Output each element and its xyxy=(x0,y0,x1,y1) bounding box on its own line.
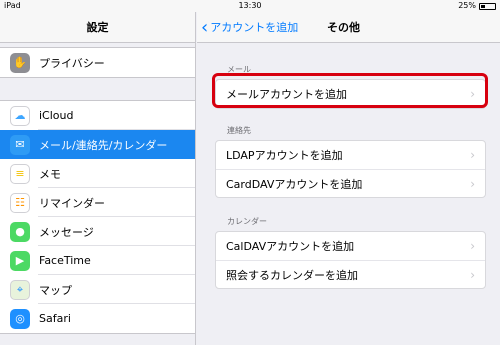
section-header-calendar: カレンダー xyxy=(227,217,267,226)
back-button[interactable]: ‹ アカウントを追加 xyxy=(201,12,298,43)
settings-sidebar: 設定 ✋ プライバシー ☁ iCloud ✉ メール/連絡先/カレンダー ≡ メ… xyxy=(0,12,196,345)
add-caldav-account-row[interactable]: CalDAVアカウントを追加 › xyxy=(216,232,485,260)
row-label: CalDAVアカウントを追加 xyxy=(226,240,355,253)
sidebar-item-label: リマインダー xyxy=(39,196,105,210)
sidebar-item-label: メモ xyxy=(39,167,61,181)
sidebar-item-mail-contacts-calendar[interactable]: ✉ メール/連絡先/カレンダー xyxy=(0,130,195,159)
status-bar: iPad 13:30 25% xyxy=(0,0,500,12)
detail-pane: ‹ アカウントを追加 その他 メール メールアカウントを追加 › 連絡先 LDA… xyxy=(197,12,500,345)
group-contacts: LDAPアカウントを追加 › CardDAVアカウントを追加 › xyxy=(215,140,486,198)
chevron-right-icon: › xyxy=(470,267,475,282)
battery-status: 25% xyxy=(458,0,496,12)
status-time: 13:30 xyxy=(238,1,262,10)
add-ldap-account-row[interactable]: LDAPアカウントを追加 › xyxy=(216,141,485,169)
hand-icon: ✋ xyxy=(10,52,30,73)
sidebar-group-apps: ☁ iCloud ✉ メール/連絡先/カレンダー ≡ メモ ☷ リマインダー ●… xyxy=(0,100,195,334)
section-header-contacts: 連絡先 xyxy=(227,126,251,135)
sidebar-group-privacy: ✋ プライバシー xyxy=(0,47,195,78)
sidebar-item-maps[interactable]: ⌖ マップ xyxy=(0,275,195,304)
sidebar-item-label: iCloud xyxy=(39,109,74,122)
sidebar-item-label: メッセージ xyxy=(39,225,94,239)
messages-icon: ● xyxy=(10,221,30,242)
icloud-icon: ☁ xyxy=(10,105,30,126)
detail-nav-bar: ‹ アカウントを追加 その他 xyxy=(197,12,500,43)
row-label: LDAPアカウントを追加 xyxy=(226,149,343,162)
sidebar-item-label: マップ xyxy=(39,283,72,297)
sidebar-item-messages[interactable]: ● メッセージ xyxy=(0,217,195,246)
chevron-right-icon: › xyxy=(470,239,475,253)
sidebar-item-privacy[interactable]: ✋ プライバシー xyxy=(0,48,195,77)
add-subscribed-calendar-row[interactable]: 照会するカレンダーを追加 › xyxy=(216,260,485,288)
row-label: 照会するカレンダーを追加 xyxy=(226,268,358,282)
sidebar-item-notes[interactable]: ≡ メモ xyxy=(0,159,195,188)
maps-icon: ⌖ xyxy=(10,279,30,300)
mail-icon: ✉ xyxy=(10,134,30,155)
sidebar-item-facetime[interactable]: ▶ FaceTime xyxy=(0,246,195,275)
sidebar-item-label: プライバシー xyxy=(39,56,105,70)
facetime-icon: ▶ xyxy=(10,250,30,271)
sidebar-item-reminders[interactable]: ☷ リマインダー xyxy=(0,188,195,217)
battery-icon xyxy=(479,2,496,10)
back-label: アカウントを追加 xyxy=(210,21,299,34)
chevron-left-icon: ‹ xyxy=(201,17,209,38)
highlight-box xyxy=(212,73,488,108)
reminders-icon: ☷ xyxy=(10,192,30,213)
sidebar-item-label: メール/連絡先/カレンダー xyxy=(39,138,168,152)
battery-percent: 25% xyxy=(458,1,476,10)
notes-icon: ≡ xyxy=(10,163,30,184)
chevron-right-icon: › xyxy=(470,148,475,162)
sidebar-item-safari[interactable]: ◎ Safari xyxy=(0,304,195,333)
sidebar-item-icloud[interactable]: ☁ iCloud xyxy=(0,101,195,130)
row-label: CardDAVアカウントを追加 xyxy=(226,177,363,191)
chevron-right-icon: › xyxy=(470,176,475,191)
sidebar-item-label: Safari xyxy=(39,312,71,325)
add-carddav-account-row[interactable]: CardDAVアカウントを追加 › xyxy=(216,169,485,197)
page-title: その他 xyxy=(327,21,360,34)
group-calendar: CalDAVアカウントを追加 › 照会するカレンダーを追加 › xyxy=(215,231,486,289)
safari-icon: ◎ xyxy=(10,308,30,329)
sidebar-item-label: FaceTime xyxy=(39,254,91,267)
sidebar-title: 設定 xyxy=(0,12,195,43)
